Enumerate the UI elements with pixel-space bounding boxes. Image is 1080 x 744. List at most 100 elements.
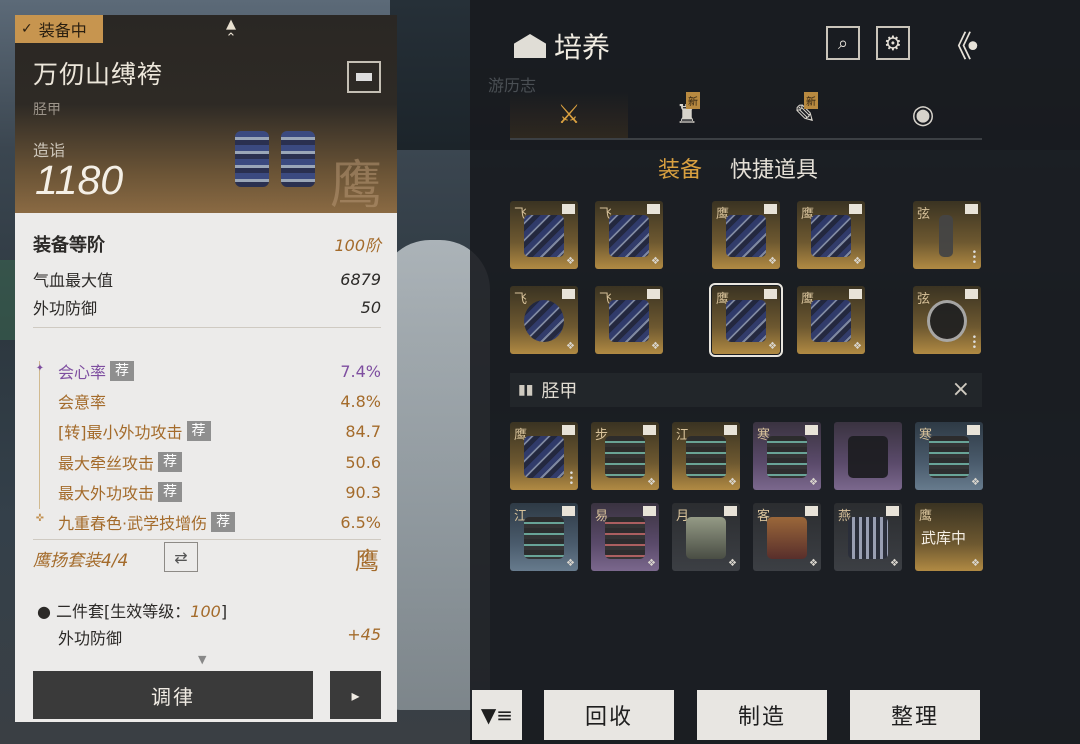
inventory-item[interactable]: 江 ❖ [672, 422, 740, 490]
quality-icon: ❖ [971, 558, 980, 569]
item-art [939, 215, 953, 257]
quality-icon: ❖ [809, 477, 818, 488]
item-art [686, 436, 726, 478]
shin-guard-icon: ▮▮ [518, 382, 534, 398]
type-icon [562, 204, 575, 214]
equipped-slot[interactable]: 鹰 ❖ [797, 286, 865, 354]
gear-icon: ⚙ [884, 31, 902, 55]
substat-line [39, 361, 40, 509]
panel-title: 培养 [514, 26, 610, 66]
equipped-slot[interactable]: 弦 • • • [913, 286, 981, 354]
sub-tabs: 装备 快捷道具 [658, 152, 818, 184]
equipped-slot[interactable]: 飞 ❖ [510, 201, 578, 269]
tab-equipment[interactable]: 装备 [658, 152, 702, 184]
equipped-slot[interactable]: 飞 ❖ [595, 201, 663, 269]
scroll-down-icon[interactable]: ▼ [198, 653, 206, 666]
type-icon [764, 204, 777, 214]
tab-scroll[interactable]: ✎ 新 [746, 92, 864, 138]
equipped-slot[interactable]: 飞 ❖ [510, 286, 578, 354]
quality-icon: ❖ [853, 341, 862, 352]
inventory-item[interactable]: 月 ❖ [672, 503, 740, 571]
set-seal: 鹰 [355, 547, 379, 575]
check-icon: ✓ [21, 21, 33, 37]
in-storage-label: 武库中 [921, 529, 967, 547]
tab-gem[interactable]: ◉ [864, 92, 982, 138]
item-name: 万仞山缚袴 [33, 60, 164, 89]
cultivation-icon [514, 34, 546, 58]
new-badge: 新 [804, 92, 818, 109]
inventory-item[interactable]: 燕 ❖ [834, 503, 902, 571]
equipped-slot-selected[interactable]: 鹰 ❖ [709, 283, 783, 357]
inventory-item[interactable]: 客 ❖ [753, 503, 821, 571]
item-art [767, 517, 807, 559]
recycle-button[interactable]: 回收 [544, 690, 674, 740]
type-icon [965, 289, 978, 299]
tune-button[interactable]: 调律 [33, 671, 313, 719]
inventory-item[interactable]: 寒 ❖ [915, 422, 983, 490]
type-icon [764, 289, 777, 299]
substat-row: 会意率 4.8% [58, 391, 381, 413]
item-slot-type: 胫甲 [33, 102, 61, 118]
scroll-up-icon[interactable]: ▲ ⌃ [216, 18, 246, 48]
item-art [811, 300, 851, 342]
more-button[interactable]: ▸ [330, 671, 381, 719]
type-icon [805, 425, 818, 435]
hp-row: 气血最大值 6879 [33, 269, 381, 291]
item-art [848, 517, 888, 559]
filter-icon: ▼≡ [480, 703, 514, 727]
tab-bundle[interactable]: ♜ 新 [628, 92, 746, 138]
equipped-slot[interactable]: 飞 ❖ [595, 286, 663, 354]
swap-set-button[interactable]: ⇄ [164, 542, 198, 572]
equipped-slot[interactable]: 鹰 ❖ [712, 201, 780, 269]
set-bonus-header: ● 二件套[生效等级：100] [37, 602, 228, 621]
type-icon [886, 506, 899, 516]
tab-weapons[interactable]: ⚔ [510, 92, 628, 138]
substat-row: 九重春色·武学技增伤荐 6.5% [58, 512, 381, 533]
back-button[interactable]: 《• [942, 22, 982, 66]
item-header: ✓ 装备中 ▲ ⌃ 万仞山缚袴 胫甲 造诣 1180 鹰 [15, 15, 397, 216]
set-char-label: 鹰 [919, 509, 933, 524]
equipped-slot[interactable]: 弦 • • • [913, 201, 981, 269]
inventory-item[interactable]: 江 ❖ [510, 503, 578, 571]
quality-icon: ❖ [647, 558, 656, 569]
inventory-item[interactable]: 寒 ❖ [753, 422, 821, 490]
inventory-item[interactable] [834, 422, 902, 490]
tab-quick-items[interactable]: 快捷道具 [730, 152, 818, 184]
new-badge: 新 [686, 92, 700, 109]
item-art [726, 215, 766, 257]
substat-row: [转]最小外功攻击荐 84.7 [58, 421, 381, 442]
type-icon [724, 506, 737, 516]
filter-button[interactable]: ▼≡ [472, 690, 522, 740]
settings-button[interactable]: ⚙ [876, 26, 910, 60]
cultivation-panel: 培养 ⌕ ⚙ 《• 游历志 ⚔ ♜ 新 ✎ 新 ◉ 装备 快捷道具 飞 ❖ 飞 ❖ 鹰 ❖… [470, 0, 1080, 744]
quality-icon: ❖ [809, 558, 818, 569]
quality-icon: ❖ [647, 477, 656, 488]
inventory-item-in-storage[interactable]: 鹰武库中 ❖ [915, 503, 983, 571]
search-button[interactable]: ⌕ [826, 26, 860, 60]
substat-row: 最大外功攻击荐 90.3 [58, 482, 381, 503]
item-score: 1180 [35, 157, 124, 203]
quality-icon: ❖ [728, 558, 737, 569]
quality-icon: ❖ [651, 256, 660, 267]
item-art [811, 215, 851, 257]
item-detail-panel: ✓ 装备中 ▲ ⌃ 万仞山缚袴 胫甲 造诣 1180 鹰 装备等阶 100阶 气血最大… [15, 15, 397, 722]
quality-icon: ❖ [566, 558, 575, 569]
gem-icon: ◉ [911, 100, 935, 130]
quality-icon: ❖ [728, 477, 737, 488]
inventory-item[interactable]: 易 ❖ [591, 503, 659, 571]
type-icon [849, 204, 862, 214]
sort-button[interactable]: 整理 [850, 690, 980, 740]
close-icon[interactable]: × [952, 377, 970, 402]
item-art [524, 517, 564, 559]
set-char-label: 飞 [514, 292, 528, 307]
craft-button[interactable]: 制造 [697, 690, 827, 740]
lock-toggle-button[interactable] [347, 61, 381, 93]
tabs-divider [510, 138, 982, 140]
divider [33, 327, 381, 328]
equipped-slot[interactable]: 鹰 ❖ [797, 201, 865, 269]
type-icon [965, 204, 978, 214]
item-image [235, 123, 345, 193]
inventory-item[interactable]: 鹰 • • • [510, 422, 578, 490]
substat-dot: ✦ [35, 363, 45, 374]
inventory-item[interactable]: 步 ❖ [591, 422, 659, 490]
